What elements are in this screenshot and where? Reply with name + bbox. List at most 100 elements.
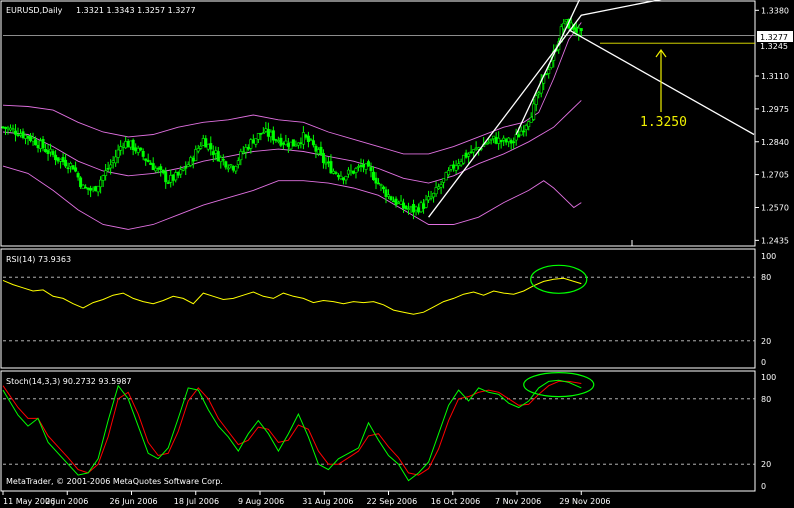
candle-body	[574, 27, 578, 33]
candle-body	[84, 186, 88, 189]
date-tick-label: 7 Nov 2006	[495, 497, 541, 506]
candle-body	[344, 175, 348, 181]
candle-body	[331, 170, 335, 174]
candle-body	[241, 151, 245, 154]
candle-body	[36, 145, 40, 149]
candle-body	[404, 205, 408, 210]
candle-body	[467, 153, 471, 157]
candle-body	[351, 170, 355, 174]
rsi-tick-label: 100	[761, 252, 776, 261]
candle-body	[326, 161, 330, 164]
date-tick-label: 9 Aug 2006	[238, 497, 284, 506]
candle-body	[304, 134, 308, 138]
candle-body	[146, 159, 150, 162]
candle-body	[264, 128, 268, 132]
candle-body	[206, 143, 210, 150]
candle-body	[462, 154, 466, 164]
candle-body	[534, 95, 538, 105]
candle-body	[356, 166, 360, 168]
candle-body	[281, 142, 285, 145]
candle-body	[201, 138, 205, 146]
candle-body	[562, 22, 566, 30]
candle-body	[91, 188, 95, 190]
candle-body	[379, 184, 383, 186]
candle-body	[289, 141, 293, 150]
candle-body	[474, 147, 478, 150]
candle-body	[444, 172, 448, 181]
candle-body	[291, 139, 295, 147]
candle-body	[169, 175, 173, 183]
rsi-title: RSI(14) 73.9363	[6, 255, 71, 264]
candle-body	[191, 157, 195, 162]
candle-body	[454, 165, 458, 171]
candle-body	[66, 167, 70, 170]
candle-body	[139, 147, 143, 151]
target-annotation: 1.3250	[640, 115, 687, 130]
candle-body	[216, 151, 220, 162]
candle-body	[271, 130, 275, 141]
candle-body	[11, 128, 15, 131]
candle-body	[527, 121, 531, 127]
ohlc-readout: 1.3321 1.3343 1.3257 1.3277	[76, 6, 196, 15]
candle-body	[499, 140, 503, 143]
candle-body	[4, 126, 8, 129]
stoch-tick-label: 0	[761, 482, 766, 491]
candle-body	[116, 149, 120, 158]
candle-body	[106, 168, 110, 170]
candle-body	[194, 149, 198, 161]
candle-body	[504, 139, 508, 143]
candle-body	[514, 134, 518, 141]
candle-body	[156, 167, 160, 170]
price-tick-label: 1.2570	[761, 203, 789, 212]
watermark: MetaTrader, © 2001-2006 MetaQuotes Softw…	[6, 477, 223, 486]
candle-body	[472, 149, 476, 153]
candle-body	[89, 187, 93, 191]
candle-body	[434, 187, 438, 195]
candle-body	[141, 151, 145, 157]
candle-body	[49, 148, 53, 153]
candle-body	[211, 151, 215, 156]
candle-body	[99, 179, 103, 188]
price-tick-label: 1.3380	[761, 6, 789, 15]
candle-body	[121, 145, 125, 148]
candle-body	[346, 169, 350, 175]
candle-body	[432, 193, 436, 198]
candle-body	[229, 164, 233, 167]
candle-body	[256, 133, 260, 140]
candle-body	[279, 137, 283, 146]
candle-body	[54, 154, 58, 161]
candle-body	[209, 143, 213, 150]
candle-body	[544, 73, 548, 76]
stoch-tick-label: 100	[761, 373, 776, 382]
candle-body	[259, 132, 263, 135]
candle-body	[81, 184, 85, 189]
candle-body	[429, 196, 433, 199]
candle-body	[329, 161, 333, 174]
candle-body	[459, 161, 463, 166]
candle-body	[69, 163, 73, 167]
candle-body	[266, 128, 270, 137]
candle-body	[389, 196, 393, 201]
candle-body	[382, 186, 386, 190]
candle-body	[301, 132, 305, 145]
candle-body	[254, 138, 258, 145]
candle-body	[61, 157, 65, 162]
candle-body	[251, 139, 255, 144]
candle-body	[579, 28, 583, 31]
candle-body	[39, 140, 43, 149]
date-tick-label: 29 Nov 2006	[559, 497, 610, 506]
candle-body	[529, 117, 533, 123]
candle-body	[219, 157, 223, 162]
candle-body	[181, 168, 185, 171]
candle-body	[419, 202, 423, 213]
candle-body	[21, 131, 25, 138]
candle-body	[151, 163, 155, 171]
candle-body	[517, 134, 521, 138]
candle-body	[321, 153, 325, 164]
candle-body	[402, 202, 406, 209]
candle-body	[364, 163, 368, 170]
candle-body	[136, 147, 140, 153]
candle-body	[134, 147, 138, 152]
candle-body	[184, 166, 188, 169]
candle-body	[51, 151, 55, 155]
